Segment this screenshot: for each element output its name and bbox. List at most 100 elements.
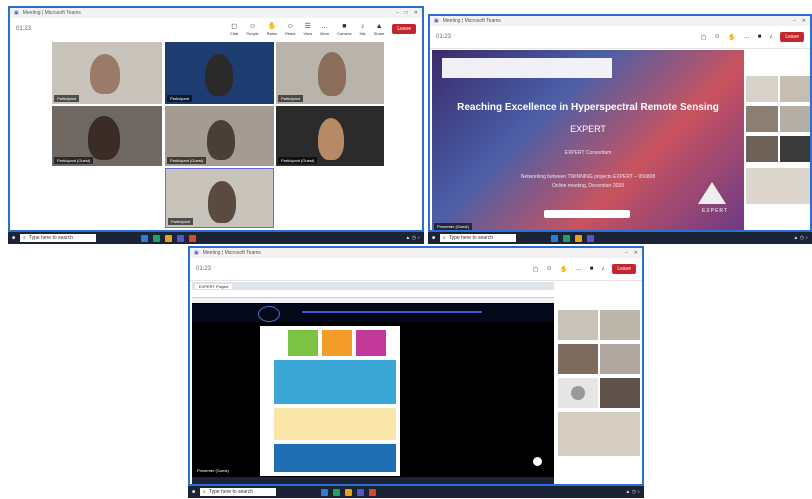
taskbar-app-icon[interactable] [575,234,583,242]
system-tray: ▲ ◷ ♪ [625,489,640,495]
view-button[interactable]: ☰ View [303,23,312,36]
camera-button[interactable]: ■ Camera [337,23,351,36]
presenter-name: Presenter (Guest) [194,467,232,474]
video-tile[interactable] [558,310,598,340]
windows-start-icon[interactable]: ■ [192,489,195,495]
taskbar-app-icon[interactable] [141,234,149,242]
record-button[interactable] [533,457,542,466]
taskbar-app-icon[interactable] [357,488,365,496]
taskbar-app-icon[interactable] [369,488,377,496]
meeting-timer: 01:23 [196,266,212,272]
video-tile[interactable] [746,168,810,204]
more-icon[interactable]: … [576,266,582,272]
hand-icon[interactable]: ✋ [728,34,735,41]
camera-icon[interactable]: ■ [590,266,594,272]
slide-controls[interactable] [544,210,630,218]
leave-button[interactable]: Leave [612,264,636,274]
video-tile[interactable] [780,106,810,132]
video-tile[interactable] [600,378,640,408]
participant-name: Participant (Guest) [167,157,207,164]
video-tile[interactable] [780,76,810,102]
video-tile[interactable] [746,106,778,132]
video-tile[interactable] [558,378,598,408]
video-tile[interactable]: Participant (Guest) [52,106,162,166]
title-bar: ▣ Meeting | Microsoft Teams – ✕ [190,248,642,258]
people-icon: ☺ [248,22,257,30]
participant-name: Participant (Guest) [54,157,94,164]
hand-icon[interactable]: ✋ [560,266,567,273]
video-tile[interactable]: Participant [276,42,384,104]
diagram-box [274,360,396,404]
video-tile[interactable]: Participant (Guest) [165,106,274,166]
diagram-box [288,330,318,356]
more-icon[interactable]: … [744,34,750,40]
taskbar-app-icon[interactable] [153,234,161,242]
taskbar-app-icon[interactable] [189,234,197,242]
more-button[interactable]: … More [320,23,329,36]
browser-bookmarks [192,298,554,303]
people-icon[interactable]: ☺ [546,266,552,272]
mic-button[interactable]: ♪ Mic [359,23,365,36]
taskbar-app-icon[interactable] [333,488,341,496]
react-button[interactable]: ☺ React [285,23,295,36]
taskbar-search[interactable]: ⌕ Type here to search [20,234,97,242]
taskbar-app-icon[interactable] [587,234,595,242]
video-tile[interactable]: Participant [165,42,274,104]
expert-logo-text: EXPERT [702,208,728,214]
close-icon[interactable]: ✕ [414,10,418,16]
system-tray: ▲ ◷ ♪ [405,235,420,241]
browser-address-bar[interactable] [192,290,554,298]
windows-start-icon[interactable]: ■ [432,235,435,241]
taskbar-app-icon[interactable] [345,488,353,496]
system-tray: ▲ ◷ ♪ [793,235,808,241]
video-tile[interactable] [746,136,778,162]
slide-title: Reaching Excellence in Hyperspectral Rem… [457,102,719,113]
raise-hand-button[interactable]: ✋ Raise [267,23,277,36]
share-button[interactable]: ▲ Share [374,23,385,36]
browser-tab[interactable]: EXPERT Project [195,283,233,289]
people-icon[interactable]: ☺ [714,34,720,40]
camera-icon[interactable]: ■ [758,34,762,40]
web-header [192,304,554,322]
taskbar-search[interactable]: ⌕ Type here to search [440,234,517,242]
video-tile[interactable] [780,136,810,162]
meeting-toolbar: 01:23 ◻ Chat ☺ People ✋ Raise ☺ React ☰ View … [10,18,422,41]
taskbar-app-icon[interactable] [165,234,173,242]
taskbar-search[interactable]: ⌕ Type here to search [200,488,277,496]
participant-video [205,54,233,96]
close-icon[interactable]: ✕ [802,18,806,24]
mic-icon[interactable]: ♪ [601,266,604,272]
taskbar-app-icon[interactable] [563,234,571,242]
leave-button[interactable]: Leave [780,32,804,42]
chat-icon: ◻ [231,22,237,30]
leave-button[interactable]: Leave [392,24,416,34]
screenshot-bottom: ▣ Meeting | Microsoft Teams – ✕ 01:23 ◻ ☺… [188,246,644,486]
video-tile[interactable] [746,76,778,102]
maximize-icon[interactable]: □ [405,10,408,16]
video-tile[interactable] [558,412,640,456]
video-tile[interactable]: Participant [165,168,274,228]
windows-start-icon[interactable]: ■ [12,235,15,241]
slide-logos [442,58,612,78]
taskbar-app-icon[interactable] [177,234,185,242]
minimize-icon[interactable]: – [396,10,399,16]
video-tile[interactable]: Participant (Guest) [276,106,384,166]
video-tile[interactable] [558,344,598,374]
close-icon[interactable]: ✕ [634,250,638,256]
video-tile[interactable] [600,344,640,374]
video-tile[interactable]: Participant [52,42,162,104]
people-button[interactable]: ☺ People [246,23,258,36]
chat-button[interactable]: ◻ Chat [230,23,238,36]
inner-taskbar [192,477,554,484]
minimize-icon[interactable]: – [625,250,628,256]
chat-icon[interactable]: ◻ [533,266,538,273]
participant-video [318,118,344,160]
minimize-icon[interactable]: – [793,18,796,24]
meeting-timer: 01:23 [436,34,452,40]
taskbar-app-icon[interactable] [551,234,559,242]
windows-taskbar: ■ ⌕ Type here to search ▲ ◷ ♪ [428,232,812,244]
taskbar-app-icon[interactable] [321,488,329,496]
mic-icon[interactable]: ♪ [769,34,772,40]
chat-icon[interactable]: ◻ [701,34,706,41]
video-tile[interactable] [600,310,640,340]
